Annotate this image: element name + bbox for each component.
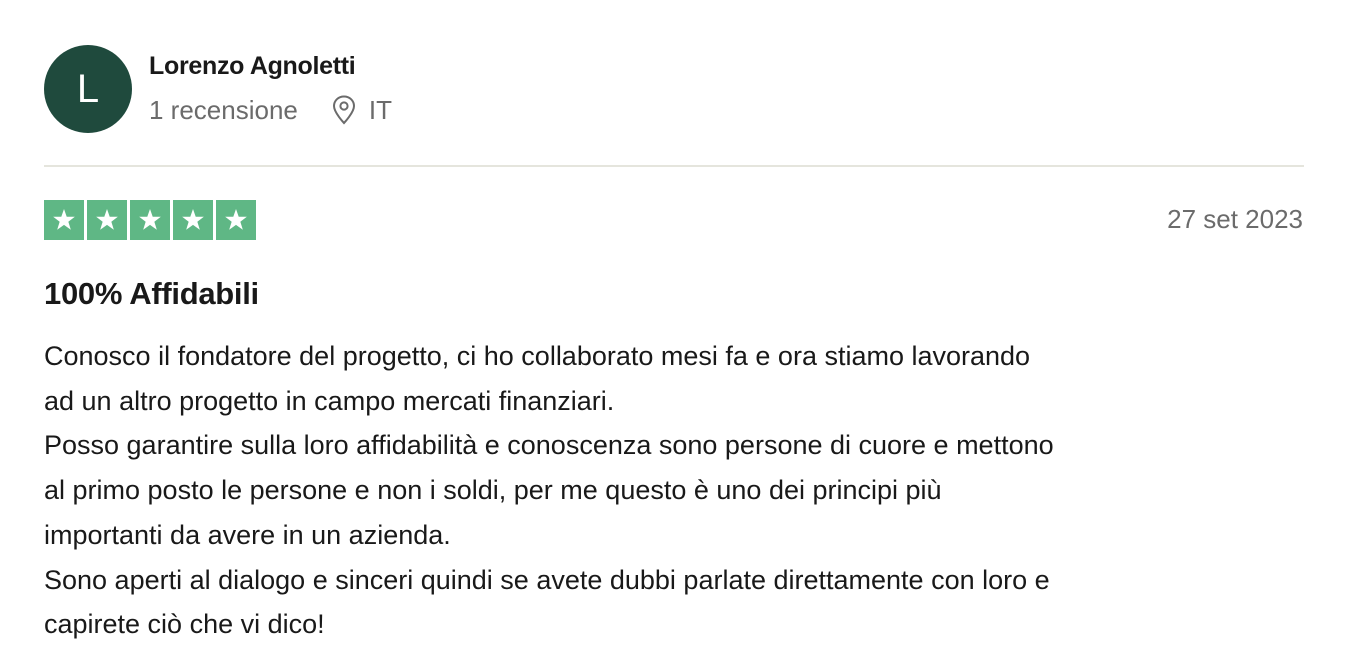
review-body-line: ad un altro progetto in campo mercati fi… xyxy=(44,385,615,416)
review-body: Conosco il fondatore del progetto, ci ho… xyxy=(44,334,1306,647)
avatar[interactable]: L xyxy=(44,45,132,133)
review-body-line: Sono aperti al dialogo e sinceri quindi … xyxy=(44,564,1050,595)
location-pin-icon xyxy=(331,95,357,125)
divider xyxy=(44,165,1304,167)
star-icon xyxy=(216,200,256,240)
review-count: 1 recensione xyxy=(149,94,298,125)
review-date: 27 set 2023 xyxy=(1167,204,1303,234)
star-icon xyxy=(44,200,84,240)
star-icon xyxy=(87,200,127,240)
review-body-line: capirete ciò che vi dico! xyxy=(44,609,325,640)
reviewer-name[interactable]: Lorenzo Agnoletti xyxy=(149,52,356,81)
review-body-line: Conosco il fondatore del progetto, ci ho… xyxy=(44,341,1031,371)
reviewer-country: IT xyxy=(368,94,392,125)
review-body-line: Posso garantire sulla loro affidabilità … xyxy=(44,430,1054,461)
review-title[interactable]: 100% Affidabili xyxy=(44,276,259,312)
star-icon xyxy=(130,200,170,240)
star-icon xyxy=(173,200,213,240)
review-body-line: importanti da avere in un azienda. xyxy=(44,519,451,550)
review-body-line: al primo posto le persone e non i soldi,… xyxy=(44,475,942,506)
star-rating xyxy=(44,200,256,240)
reviewer-meta: 1 recensione IT xyxy=(149,93,392,127)
